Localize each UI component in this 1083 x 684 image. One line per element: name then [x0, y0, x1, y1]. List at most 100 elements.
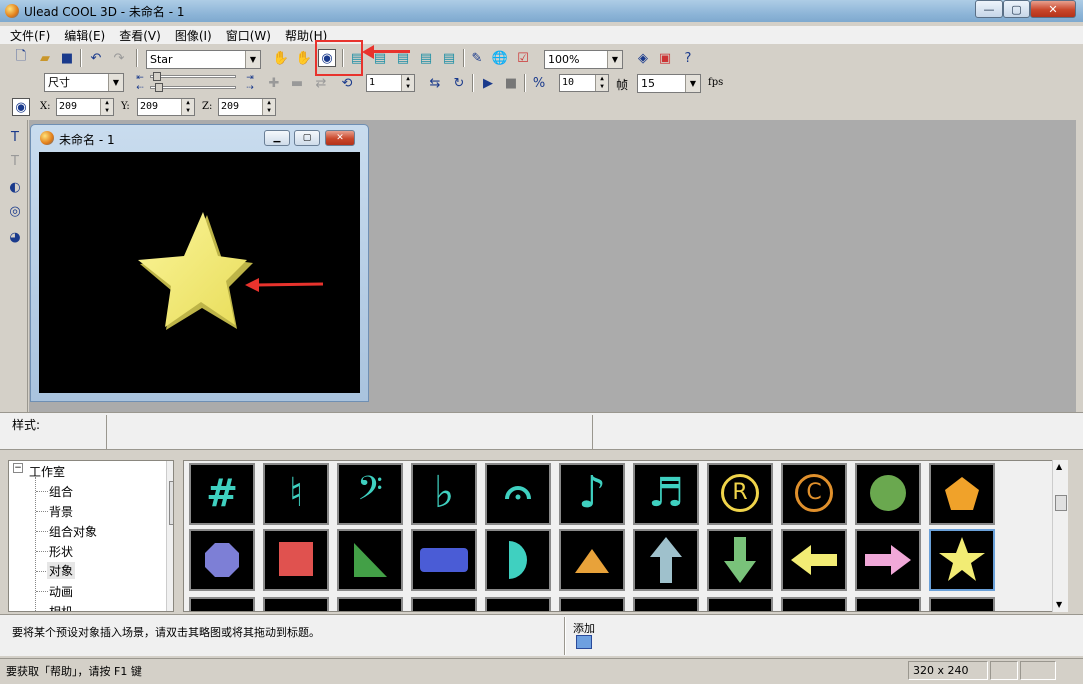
y-spinner[interactable]: 209 ▲ ▼ [137, 98, 195, 116]
slider-end-icon[interactable]: ⇥ [244, 73, 256, 83]
thumb-copyright[interactable]: C [781, 463, 847, 525]
menu-window[interactable]: 窗口(W) [226, 27, 271, 44]
tree-item-animation[interactable]: 动画 [49, 583, 73, 600]
chevron-down-icon[interactable]: ▼ [245, 51, 260, 68]
reverse-icon[interactable]: ⇄ [312, 74, 330, 92]
tree-expander-icon[interactable]: − [13, 463, 23, 473]
spin-arrows-icon[interactable]: ▲ ▼ [181, 99, 194, 115]
thumb-left-arrow[interactable] [781, 529, 847, 591]
edit-chart-icon[interactable]: ☑ [514, 49, 532, 67]
slider-start-icon[interactable]: ⇤ [134, 73, 146, 83]
tree-item-background[interactable]: 背景 [49, 503, 73, 520]
fps-select[interactable]: 15 ▼ [637, 74, 701, 93]
menu-edit[interactable]: 编辑(E) [64, 27, 105, 44]
thumb-down-arrow[interactable] [707, 529, 773, 591]
spin-arrows-icon[interactable]: ▲ ▼ [401, 75, 414, 91]
undo-icon[interactable]: ↶ [87, 49, 105, 67]
image-icon[interactable]: ▣ [656, 49, 674, 67]
thumb-star[interactable] [929, 529, 995, 591]
tree-scroll-thumb[interactable] [169, 481, 173, 525]
select-object-icon[interactable]: ◎ [6, 202, 24, 220]
spin-arrows-icon[interactable]: ▲ ▼ [100, 99, 113, 115]
thumb-pentagon[interactable] [929, 463, 995, 525]
doc-minimize-button[interactable]: ▁ [264, 130, 290, 146]
thumb-eighth-note[interactable]: ♪ [559, 463, 625, 525]
insert-shape-icon[interactable]: ◐ [6, 178, 24, 196]
slider-back-icon[interactable]: ⇠ [134, 83, 146, 93]
thumb-circle[interactable] [855, 463, 921, 525]
thumb-sixteenth-note[interactable]: ♬ [633, 463, 699, 525]
star-object[interactable] [39, 152, 360, 393]
tree-item-shape[interactable]: 形状 [49, 543, 73, 560]
timeline-thumb[interactable] [155, 83, 163, 92]
swap-icon[interactable]: ⇆ [426, 74, 444, 92]
thumb-cone[interactable] [559, 529, 625, 591]
timeline-thumb[interactable] [153, 72, 161, 81]
refresh-icon[interactable]: ↻ [450, 74, 468, 92]
add-to-scene-icon[interactable] [576, 635, 592, 649]
thumb-registered[interactable]: R [707, 463, 773, 525]
thumb-rounded-rect[interactable] [411, 529, 477, 591]
doc-maximize-button[interactable]: ▢ [294, 130, 320, 146]
spin-arrows-icon[interactable]: ▲ ▼ [595, 75, 608, 91]
thumb-right-arrow[interactable] [855, 529, 921, 591]
z-spinner[interactable]: 209 ▲ ▼ [218, 98, 276, 116]
chevron-down-icon[interactable]: ▼ [607, 51, 622, 68]
thumb-square[interactable] [263, 529, 329, 591]
doc-close-button[interactable]: ✕ [325, 130, 355, 146]
add-keyframe-icon[interactable]: ✚ [265, 74, 283, 92]
camera-view-icon[interactable]: ◕ [6, 228, 24, 246]
thumb-triangle[interactable] [337, 529, 403, 591]
tree-scrollbar[interactable] [166, 461, 173, 611]
context-help-icon[interactable]: ? [679, 49, 697, 67]
object-select[interactable]: Star ▼ [146, 50, 261, 69]
close-button[interactable]: ✕ [1030, 0, 1076, 18]
tree-item-combo[interactable]: 组合 [49, 483, 73, 500]
scroll-down-icon[interactable]: ▼ [1056, 600, 1062, 609]
thumb-half-circle[interactable] [485, 529, 551, 591]
thumb-partial[interactable] [189, 597, 255, 611]
texture-icon[interactable]: ✎ [468, 49, 486, 67]
align-bottom-icon[interactable]: ▤ [440, 49, 458, 67]
globe-icon[interactable]: 🌐 [491, 49, 509, 67]
play-icon[interactable]: ▶ [479, 74, 497, 92]
export-icon[interactable]: ◈ [634, 49, 652, 67]
maximize-button[interactable]: ▢ [1003, 0, 1030, 18]
menu-view[interactable]: 查看(V) [119, 27, 161, 44]
edit-text-icon[interactable]: T [6, 152, 24, 170]
tree-item-group-object[interactable]: 组合对象 [49, 523, 97, 540]
tree-item-camera[interactable]: 相机 [49, 603, 73, 611]
thumb-natural[interactable]: ♮ [263, 463, 329, 525]
thumb-sharp[interactable]: # [189, 463, 255, 525]
gallery-scrollbar[interactable]: ▲ ▼ [1052, 460, 1068, 612]
speed-spinner[interactable]: 10 ▲ ▼ [559, 74, 609, 92]
thumb-octagon[interactable] [189, 529, 255, 591]
spin-arrows-icon[interactable]: ▲ ▼ [262, 99, 275, 115]
remove-keyframe-icon[interactable]: ▬ [288, 74, 306, 92]
open-folder-icon[interactable]: ▰ [36, 49, 54, 67]
move-hand-icon[interactable]: ✋ [272, 49, 290, 67]
gallery-scroll-thumb[interactable] [1055, 495, 1067, 511]
thumb-partial[interactable] [559, 597, 625, 611]
thumb-flat[interactable]: ♭ [411, 463, 477, 525]
redo-icon[interactable]: ↷ [110, 49, 128, 67]
chevron-down-icon[interactable]: ▼ [108, 74, 123, 91]
percent-icon[interactable]: % [530, 74, 548, 92]
menu-image[interactable]: 图像(I) [175, 27, 212, 44]
scroll-up-icon[interactable]: ▲ [1056, 462, 1062, 471]
position-mode-icon[interactable]: ◉ [12, 98, 30, 116]
thumb-bass-clef[interactable]: 𝄢 [337, 463, 403, 525]
zoom-select[interactable]: 100% ▼ [544, 50, 623, 69]
new-file-icon[interactable]: 🗋 [12, 49, 30, 67]
thumb-partial[interactable] [411, 597, 477, 611]
size-select[interactable]: 尺寸 ▼ [44, 73, 124, 92]
thumb-partial[interactable] [707, 597, 773, 611]
thumb-partial[interactable] [263, 597, 329, 611]
thumb-partial[interactable] [485, 597, 551, 611]
x-spinner[interactable]: 209 ▲ ▼ [56, 98, 114, 116]
menu-file[interactable]: 文件(F) [10, 27, 50, 44]
thumb-fermata[interactable] [485, 463, 551, 525]
thumb-up-arrow[interactable] [633, 529, 699, 591]
minimize-button[interactable]: — [975, 0, 1003, 18]
thumb-partial[interactable] [337, 597, 403, 611]
